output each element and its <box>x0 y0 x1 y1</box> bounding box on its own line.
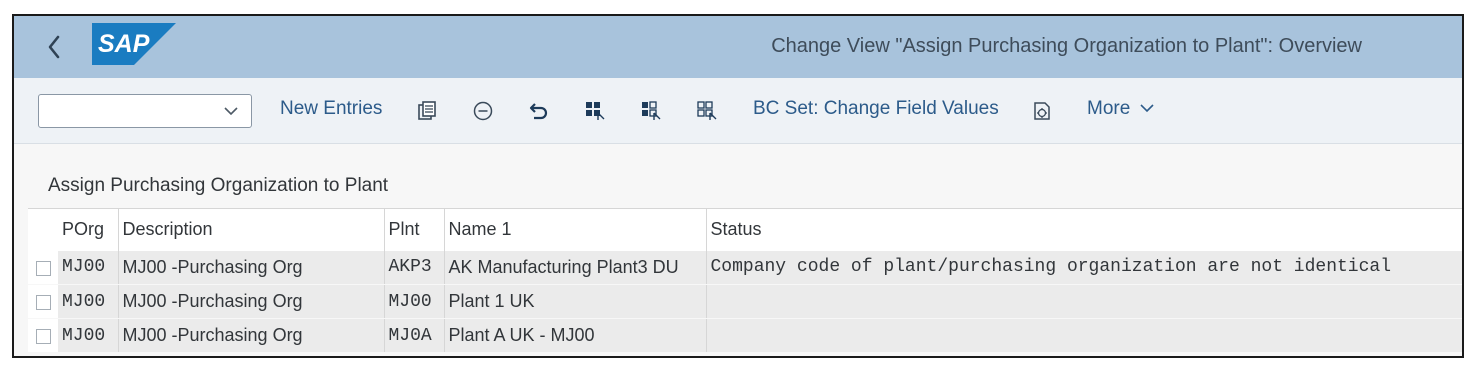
row-checkbox[interactable] <box>36 328 51 344</box>
column-header-porg[interactable]: POrg <box>58 208 119 251</box>
section-title: Assign Purchasing Organization to Plant <box>48 175 389 196</box>
cell-status <box>706 318 1462 353</box>
cell-porg[interactable]: MJ00 <box>58 250 119 285</box>
toolbar: New Entries BC Set: Change Field Values … <box>14 78 1462 144</box>
cell-name1: Plant 1 UK <box>444 284 707 319</box>
row-selector[interactable] <box>28 284 58 319</box>
sap-logo-text: SAP <box>98 30 150 58</box>
shell-header: SAP Change View "Assign Purchasing Organ… <box>14 16 1462 78</box>
page-title: Change View "Assign Purchasing Organizat… <box>771 35 1362 57</box>
row-selector[interactable] <box>28 250 58 285</box>
more-label: More <box>1087 98 1131 119</box>
cell-description: MJ00 -Purchasing Org <box>118 284 385 319</box>
new-entries-button[interactable]: New Entries <box>280 98 382 120</box>
chevron-down-icon <box>1140 104 1154 113</box>
row-selector[interactable] <box>28 318 58 353</box>
cell-plnt[interactable]: AKP3 <box>384 250 445 285</box>
column-header-description[interactable]: Description <box>118 208 385 251</box>
delete-icon[interactable] <box>470 98 496 124</box>
select-all-column-header[interactable] <box>28 208 58 251</box>
cell-status: Company code of plant/purchasing organiz… <box>706 250 1462 285</box>
column-header-plnt[interactable]: Plnt <box>384 208 445 251</box>
table-row[interactable]: MJ00 MJ00 -Purchasing Org AKP3 AK Manufa… <box>28 250 1462 285</box>
cell-description: MJ00 -Purchasing Org <box>118 318 385 353</box>
cell-porg[interactable]: MJ00 <box>58 318 119 353</box>
cell-status <box>706 284 1462 319</box>
copy-as-icon[interactable] <box>414 98 440 124</box>
cell-plnt[interactable]: MJ0A <box>384 318 445 353</box>
bc-set-change-field-values-button[interactable]: BC Set: Change Field Values <box>753 98 999 120</box>
data-table: POrg Description Plnt Name 1 Status MJ00… <box>28 208 1462 353</box>
column-header-name1[interactable]: Name 1 <box>444 208 707 251</box>
bc-set-icon[interactable] <box>1029 98 1055 124</box>
cell-name1: AK Manufacturing Plant3 DU <box>444 250 707 285</box>
row-checkbox[interactable] <box>36 260 51 276</box>
cell-porg[interactable]: MJ00 <box>58 284 119 319</box>
table-row[interactable]: MJ00 MJ00 -Purchasing Org MJ00 Plant 1 U… <box>28 284 1462 319</box>
undo-icon[interactable] <box>526 98 552 124</box>
variant-dropdown[interactable] <box>38 94 252 128</box>
select-all-icon[interactable] <box>582 98 608 124</box>
more-button[interactable]: More <box>1087 98 1155 120</box>
table-row[interactable]: MJ00 MJ00 -Purchasing Org MJ0A Plant A U… <box>28 318 1462 353</box>
back-button[interactable] <box>40 30 68 64</box>
select-block-icon[interactable] <box>638 98 664 124</box>
chevron-left-icon <box>48 35 60 59</box>
chevron-down-icon <box>224 107 238 116</box>
row-checkbox[interactable] <box>36 294 51 310</box>
app-window: SAP Change View "Assign Purchasing Organ… <box>12 14 1464 358</box>
table-header-row: POrg Description Plnt Name 1 Status <box>28 208 1462 251</box>
cell-name1: Plant A UK - MJ00 <box>444 318 707 353</box>
cell-plnt[interactable]: MJ00 <box>384 284 445 319</box>
cell-description: MJ00 -Purchasing Org <box>118 250 385 285</box>
sap-logo[interactable]: SAP <box>92 23 176 65</box>
deselect-all-icon[interactable] <box>694 98 720 124</box>
column-header-status[interactable]: Status <box>706 208 1462 251</box>
